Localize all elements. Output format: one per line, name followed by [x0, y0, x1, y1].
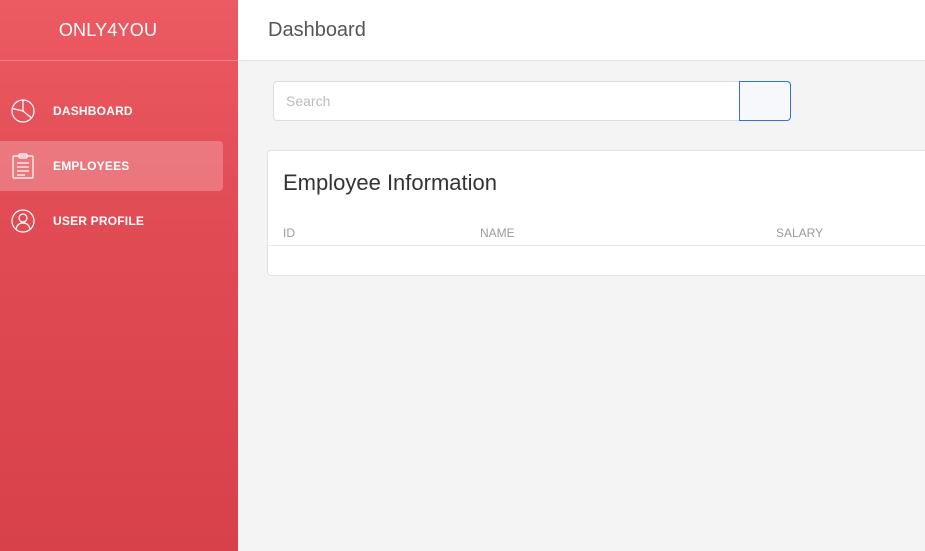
sidebar-item-dashboard[interactable]: DASHBOARD [0, 86, 223, 136]
column-header-salary[interactable]: SALARY [776, 226, 823, 240]
user-icon [11, 208, 35, 234]
card-title: Employee Information [283, 170, 497, 195]
sidebar: ONLY4YOU DASHBOARD EMPLOYEES USER PROFIL… [0, 0, 238, 551]
column-header-name[interactable]: NAME [480, 226, 515, 240]
column-header-id[interactable]: ID [283, 226, 295, 240]
page-title: Dashboard [268, 18, 366, 41]
sidebar-item-employees[interactable]: EMPLOYEES [0, 141, 223, 191]
clipboard-icon [11, 153, 35, 179]
top-bar: Dashboard [238, 0, 925, 61]
table-header: ID NAME SALARY [268, 217, 925, 246]
search-button[interactable] [739, 81, 791, 121]
brand-logo[interactable]: ONLY4YOU [0, 0, 238, 61]
sidebar-item-label: EMPLOYEES [53, 159, 130, 173]
sidebar-item-label: DASHBOARD [53, 104, 133, 118]
sidebar-item-label: USER PROFILE [53, 214, 145, 228]
employee-card: Employee Information ID NAME SALARY [267, 150, 925, 276]
sidebar-nav: DASHBOARD EMPLOYEES USER PROFILE [0, 61, 238, 246]
main-content: Dashboard Employee Information ID NAME S… [238, 0, 925, 551]
pie-chart-icon [11, 98, 35, 124]
brand-text: ONLY4YOU [58, 19, 158, 40]
sidebar-item-user-profile[interactable]: USER PROFILE [0, 196, 223, 246]
search-bar [273, 81, 791, 121]
search-input[interactable] [273, 81, 739, 121]
